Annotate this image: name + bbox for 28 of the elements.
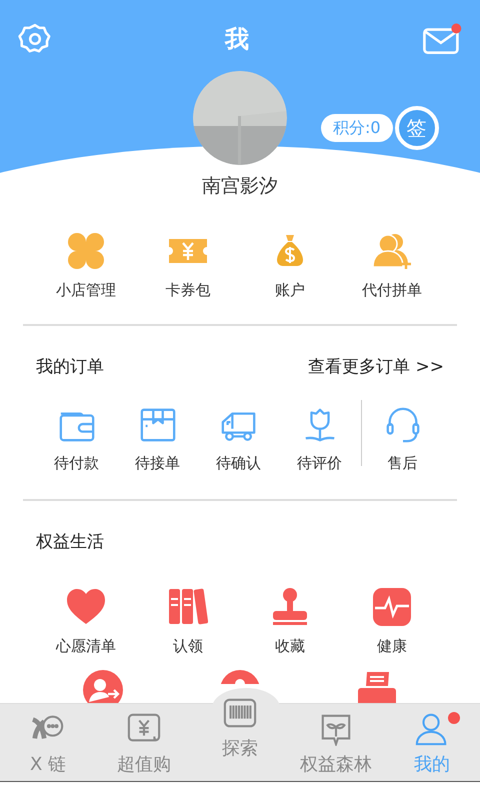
clover-icon: [66, 231, 106, 271]
add-user-icon: [372, 231, 412, 271]
printer-icon[interactable]: [357, 670, 397, 703]
mail-icon[interactable]: [422, 22, 462, 56]
heart-icon: [66, 587, 106, 627]
section-title: 权益生活: [36, 530, 104, 552]
order-status-item[interactable]: 待确认: [198, 406, 279, 473]
benefit-item[interactable]: 收藏: [239, 587, 341, 670]
order-status-item[interactable]: 待评价: [279, 406, 360, 473]
books-icon: [168, 587, 208, 627]
benefit-item[interactable]: 健康: [341, 587, 443, 670]
shortcut-item[interactable]: 代付拼单: [341, 231, 443, 324]
section-title: 我的订单: [36, 356, 104, 378]
stamp-icon: [270, 587, 310, 627]
order-status-item[interactable]: 售后: [362, 406, 443, 473]
page-title: 我: [225, 24, 249, 55]
more-orders-link[interactable]: 查看更多订单 >>: [308, 354, 444, 378]
order-status-item[interactable]: 待接单: [117, 406, 198, 473]
order-status-item[interactable]: 待付款: [36, 406, 117, 473]
pulse-icon: [372, 587, 412, 627]
package-icon: [138, 406, 178, 444]
shortcut-item[interactable]: 账户: [239, 231, 341, 324]
benefit-item[interactable]: 认领: [137, 587, 239, 670]
shortcut-item[interactable]: 卡券包: [137, 231, 239, 324]
benefit-item[interactable]: 心愿清单: [35, 587, 137, 670]
shortcut-item[interactable]: 小店管理: [35, 231, 137, 324]
barcode-icon: [221, 696, 259, 730]
user-name: 南宫影汐: [202, 174, 278, 199]
